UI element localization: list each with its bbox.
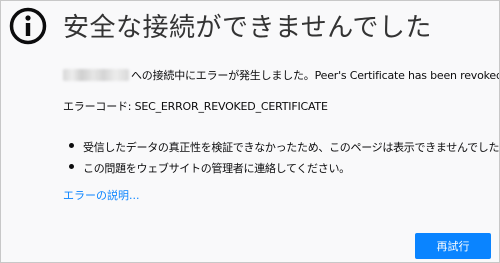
error-detail: Peer's Certificate has been revoked.: [314, 69, 500, 82]
bullet-icon: [69, 143, 74, 148]
error-code-line: エラーコード: SEC_ERROR_REVOKED_CERTIFICATE: [63, 98, 328, 114]
retry-button[interactable]: 再試行: [415, 233, 491, 259]
list-item-text: この問題をウェブサイトの管理者に連絡してください。: [83, 162, 350, 175]
page-title: 安全な接続ができませんでした: [63, 13, 432, 43]
blurred-hostname: [63, 69, 129, 81]
list-item: 受信したデータの真正性を検証できなかったため、このページは表示できませんでした。: [69, 139, 500, 160]
error-message: への接続中にエラーが発生しました。Peer's Certificate has …: [63, 67, 500, 83]
error-code-label: エラーコード:: [63, 100, 132, 113]
list-item-text: 受信したデータの真正性を検証できなかったため、このページは表示できませんでした。: [83, 141, 500, 154]
list-item: この問題をウェブサイトの管理者に連絡してください。: [69, 160, 499, 181]
error-code: SEC_ERROR_REVOKED_CERTIFICATE: [134, 100, 328, 113]
error-page: 安全な接続ができませんでした への接続中にエラーが発生しました。Peer's C…: [0, 0, 500, 263]
learn-more-link[interactable]: エラーの説明...: [63, 187, 140, 203]
info-icon: [9, 7, 47, 45]
explanation-list: 受信したデータの真正性を検証できなかったため、このページは表示できませんでした。…: [69, 139, 500, 181]
error-prefix: への接続中にエラーが発生しました。: [131, 69, 315, 82]
bullet-icon: [69, 164, 74, 169]
